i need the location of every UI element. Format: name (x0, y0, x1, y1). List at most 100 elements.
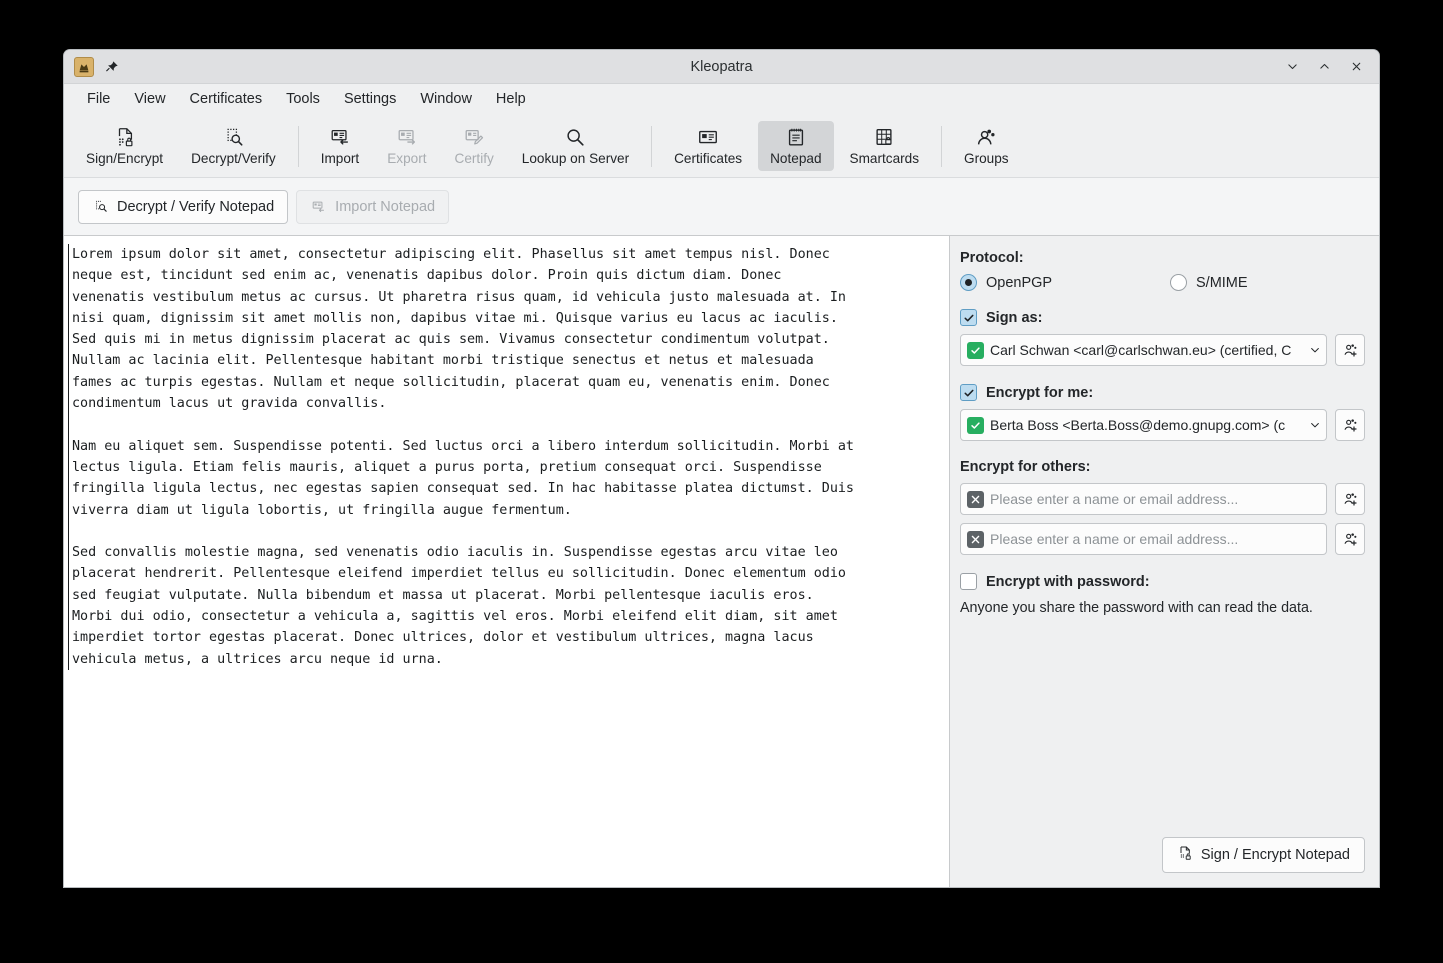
sign-as-combobox[interactable]: Carl Schwan <carl@carlschwan.eu> (certif… (960, 334, 1327, 366)
groups-icon (975, 126, 997, 148)
sign-encrypt-icon (114, 126, 136, 148)
chevron-down-icon[interactable] (1308, 344, 1322, 356)
certify-icon (463, 126, 485, 148)
decrypt-verify-icon (222, 126, 244, 148)
encrypt-for-others-placeholder-1: Please enter a name or email address... (990, 491, 1239, 507)
certificates-icon (697, 126, 719, 148)
toolbar-certify-label: Certify (454, 151, 494, 166)
toolbar-sign-encrypt-label: Sign/Encrypt (86, 151, 164, 166)
encrypt-for-me-checkbox-row[interactable]: Encrypt for me: (960, 384, 1365, 401)
menu-file[interactable]: File (76, 87, 121, 111)
encrypt-for-me-combobox[interactable]: Berta Boss <Berta.Boss@demo.gnupg.com> (… (960, 409, 1327, 441)
toolbar-import[interactable]: Import (309, 121, 372, 171)
certified-check-icon (967, 341, 984, 359)
toolbar-decrypt-verify[interactable]: Decrypt/Verify (179, 121, 288, 171)
encrypt-for-others-field-row-2: Please enter a name or email address... (960, 523, 1365, 555)
toolbar-lookup-on-server[interactable]: Lookup on Server (510, 121, 641, 171)
encrypt-for-me-pick-certificate-button[interactable] (1335, 409, 1365, 441)
menubar: File View Certificates Tools Settings Wi… (64, 84, 1379, 114)
sign-encrypt-notepad-label: Sign / Encrypt Notepad (1200, 847, 1350, 863)
encrypt-for-me-field-row: Berta Boss <Berta.Boss@demo.gnupg.com> (… (960, 409, 1365, 441)
toolbar-sign-encrypt[interactable]: Sign/Encrypt (74, 121, 175, 171)
radio-openpgp-icon[interactable] (960, 274, 977, 291)
window-controls (1283, 58, 1369, 76)
menu-tools[interactable]: Tools (275, 87, 331, 111)
protocol-radio-group: OpenPGP S/MIME (960, 274, 1365, 291)
import-icon (310, 198, 327, 215)
toolbar-import-label: Import (320, 151, 360, 166)
radio-smime-icon[interactable] (1170, 274, 1187, 291)
encrypt-for-others-input-2[interactable]: Please enter a name or email address... (960, 523, 1327, 555)
toolbar-smartcards[interactable]: Smartcards (838, 121, 932, 171)
sign-encrypt-icon (1177, 845, 1193, 865)
import-notepad-button: Import Notepad (296, 189, 450, 224)
sign-as-field-row: Carl Schwan <carl@carlschwan.eu> (certif… (960, 334, 1365, 366)
menu-view[interactable]: View (123, 87, 176, 111)
chevron-down-icon[interactable] (1308, 419, 1322, 431)
sign-as-checkbox-row[interactable]: Sign as: (960, 309, 1365, 326)
toolbar-certificates-label: Certificates (674, 151, 743, 166)
encrypt-with-password-checkbox-row[interactable]: Encrypt with password: (960, 573, 1365, 590)
protocol-option-openpgp[interactable]: OpenPGP (960, 274, 1170, 291)
notepad-icon (785, 126, 807, 148)
toolbar-groups[interactable]: Groups (952, 121, 1021, 171)
no-certificate-icon (967, 490, 984, 508)
menu-window[interactable]: Window (409, 87, 483, 111)
pin-icon[interactable] (104, 59, 120, 75)
menu-help[interactable]: Help (485, 87, 537, 111)
no-certificate-icon (967, 530, 984, 548)
toolbar-groups-label: Groups (964, 151, 1009, 166)
sign-as-value: Carl Schwan <carl@carlschwan.eu> (certif… (990, 342, 1292, 358)
kleopatra-window: Kleopatra File View Certificates Tools S… (64, 50, 1379, 887)
decrypt-verify-notepad-button[interactable]: Decrypt / Verify Notepad (78, 189, 289, 224)
menu-settings[interactable]: Settings (333, 87, 407, 111)
toolbar-smartcards-label: Smartcards (849, 151, 920, 166)
decrypt-verify-notepad-label: Decrypt / Verify Notepad (117, 198, 275, 215)
sign-encrypt-panel: Protocol: OpenPGP S/MIME Sign as: Carl S… (950, 236, 1379, 887)
sidebar-footer: Sign / Encrypt Notepad (960, 837, 1365, 873)
minimize-button[interactable] (1283, 58, 1301, 76)
notepad-text[interactable]: Lorem ipsum dolor sit amet, consectetur … (68, 244, 939, 670)
decrypt-verify-icon (92, 198, 109, 215)
toolbar-decrypt-verify-label: Decrypt/Verify (191, 151, 276, 166)
sign-as-label: Sign as: (986, 309, 1043, 326)
main-toolbar: Sign/Encrypt Decrypt/Verify Import Expor… (64, 114, 1379, 178)
kleopatra-icon (74, 56, 94, 77)
encrypt-for-others-field-row-1: Please enter a name or email address... (960, 483, 1365, 515)
encrypt-for-me-label: Encrypt for me: (986, 384, 1094, 401)
toolbar-export-label: Export (387, 151, 427, 166)
encrypt-with-password-checkbox[interactable] (960, 573, 977, 590)
window-title: Kleopatra (690, 58, 753, 75)
titlebar-left-controls (74, 56, 120, 77)
toolbar-separator-2 (651, 126, 653, 167)
protocol-option-smime[interactable]: S/MIME (1170, 274, 1248, 291)
notepad-editor[interactable]: Lorem ipsum dolor sit amet, consectetur … (64, 236, 950, 887)
protocol-openpgp-label: OpenPGP (986, 274, 1053, 291)
encrypt-for-me-value: Berta Boss <Berta.Boss@demo.gnupg.com> (… (990, 417, 1286, 433)
encrypt-for-me-checkbox[interactable] (960, 384, 977, 401)
toolbar-separator-3 (941, 126, 943, 167)
toolbar-export: Export (375, 121, 438, 171)
notepad-action-bar: Decrypt / Verify Notepad Import Notepad (64, 178, 1379, 236)
import-icon (329, 126, 351, 148)
encrypt-for-others-pick-certificate-button-1[interactable] (1335, 483, 1365, 515)
close-button[interactable] (1347, 58, 1365, 76)
toolbar-notepad[interactable]: Notepad (758, 121, 834, 171)
toolbar-lookup-label: Lookup on Server (521, 151, 630, 166)
content-area: Lorem ipsum dolor sit amet, consectetur … (64, 236, 1379, 887)
sign-encrypt-notepad-button[interactable]: Sign / Encrypt Notepad (1161, 837, 1365, 873)
import-notepad-label: Import Notepad (335, 198, 436, 215)
sign-as-pick-certificate-button[interactable] (1335, 334, 1365, 366)
protocol-smime-label: S/MIME (1196, 274, 1248, 291)
certified-check-icon (967, 416, 984, 434)
maximize-button[interactable] (1315, 58, 1333, 76)
search-icon (564, 126, 586, 148)
sign-as-checkbox[interactable] (960, 309, 977, 326)
menu-certificates[interactable]: Certificates (179, 87, 274, 111)
encrypt-for-others-pick-certificate-button-2[interactable] (1335, 523, 1365, 555)
titlebar: Kleopatra (64, 50, 1379, 84)
toolbar-certificates[interactable]: Certificates (662, 121, 754, 171)
toolbar-certify: Certify (443, 121, 506, 171)
encrypt-for-others-input-1[interactable]: Please enter a name or email address... (960, 483, 1327, 515)
